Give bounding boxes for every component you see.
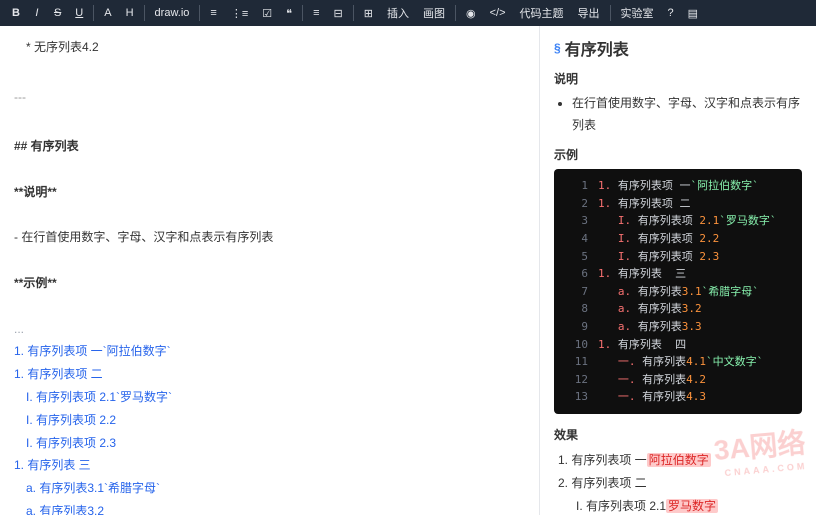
separator-icon — [610, 5, 611, 21]
editor-line — [14, 112, 525, 135]
editor-line: * 无序列表4.2 — [14, 36, 525, 59]
editor-list-item: a. 有序列表3.2 — [14, 500, 525, 515]
strike-button[interactable]: S — [48, 4, 67, 22]
editor-list-item: I. 有序列表项 2.1`罗马数字` — [14, 386, 525, 409]
preview-desc-list: 在行首使用数字、字母、汉字和点表示有序列表 — [554, 93, 802, 136]
code-theme-button[interactable]: 代码主题 — [514, 2, 570, 24]
result-list: 1. 有序列表项 一阿拉伯数字2. 有序列表项 二I. 有序列表项 2.1罗马数… — [554, 449, 802, 515]
result-item: 1. 有序列表项 一阿拉伯数字 — [558, 449, 802, 472]
code-line: 13 一. 有序列表4.3 — [564, 388, 792, 406]
export-button[interactable]: 导出 — [572, 2, 606, 24]
editor-list-item: 1. 有序列表 三 — [14, 454, 525, 477]
code-line: 21. 有序列表项 二 — [564, 195, 792, 213]
code-line: 5 I. 有序列表项 2.3 — [564, 248, 792, 266]
editor-hr: --- — [14, 86, 525, 109]
editor-list-item: 1. 有序列表项 一`阿拉伯数字` — [14, 340, 525, 363]
code-line: 61. 有序列表 三 — [564, 265, 792, 283]
code-line: 101. 有序列表 四 — [564, 336, 792, 354]
preview-example-head: 示例 — [554, 146, 802, 163]
help-icon[interactable]: ? — [662, 4, 680, 22]
editor-line — [14, 59, 525, 82]
code-block: 11. 有序列表项 一`阿拉伯数字`21. 有序列表项 二3 I. 有序列表项 … — [554, 169, 802, 414]
font-color-button[interactable]: A — [98, 4, 117, 22]
preview-icon[interactable]: ◉ — [460, 4, 482, 23]
code-line: 4 I. 有序列表项 2.2 — [564, 230, 792, 248]
editor-desc-line: - 在行首使用数字、字母、汉字和点表示有序列表 — [14, 226, 525, 249]
result-item: 2. 有序列表项 二 — [558, 472, 802, 495]
unordered-list-icon[interactable]: ⋮≡ — [225, 4, 254, 23]
preview-desc-item: 在行首使用数字、字母、汉字和点表示有序列表 — [572, 93, 802, 136]
lab-button[interactable]: 实验室 — [615, 2, 660, 24]
separator-icon — [93, 5, 94, 21]
editor-line — [14, 204, 525, 227]
preview-title: §有序列表 — [554, 36, 802, 60]
code-line: 8 a. 有序列表3.2 — [564, 300, 792, 318]
separator-icon — [144, 5, 145, 21]
indent-icon[interactable]: ⊟ — [328, 4, 349, 23]
toolbar: B I S U A H draw.io ≡ ⋮≡ ☑ ❝ ≡ ⊟ ⊞ 插入 画图… — [0, 0, 816, 26]
result-item: I. 有序列表项 2.1罗马数字 — [558, 495, 802, 515]
code-line: 3 I. 有序列表项 2.1`罗马数字` — [564, 212, 792, 230]
editor-list-item: a. 有序列表3.1`希腊字母` — [14, 477, 525, 500]
separator-icon — [302, 5, 303, 21]
insert-button[interactable]: 插入 — [381, 2, 415, 24]
editor-line — [14, 295, 525, 318]
underline-button[interactable]: U — [69, 4, 89, 22]
editor-pane[interactable]: * 无序列表4.2 --- ## 有序列表 **说明** - 在行首使用数字、字… — [0, 26, 540, 515]
preview-effect-head: 效果 — [554, 426, 802, 443]
heading-button[interactable]: H — [120, 4, 140, 22]
code-line: 12 一. 有序列表4.2 — [564, 371, 792, 389]
preview-pane[interactable]: §有序列表 说明 在行首使用数字、字母、汉字和点表示有序列表 示例 11. 有序… — [540, 26, 816, 515]
bold-button[interactable]: B — [6, 4, 26, 22]
separator-icon — [455, 5, 456, 21]
editor-line — [14, 158, 525, 181]
editor-backticks: ... — [14, 318, 525, 341]
book-icon[interactable]: ▤ — [682, 4, 704, 23]
editor-list-item: I. 有序列表项 2.3 — [14, 432, 525, 455]
editor-list-item: I. 有序列表项 2.2 — [14, 409, 525, 432]
table-icon[interactable]: ⊞ — [358, 4, 379, 23]
editor-list-item: 1. 有序列表项 二 — [14, 363, 525, 386]
code-line: 7 a. 有序列表3.1`希腊字母` — [564, 283, 792, 301]
checklist-icon[interactable]: ☑ — [256, 4, 278, 23]
anchor-icon: § — [554, 41, 561, 55]
italic-button[interactable]: I — [28, 4, 46, 22]
ordered-list-icon[interactable]: ≡ — [204, 4, 222, 22]
image-button[interactable]: 画图 — [417, 2, 451, 24]
code-line: 11. 有序列表项 一`阿拉伯数字` — [564, 177, 792, 195]
separator-icon — [199, 5, 200, 21]
main-split: * 无序列表4.2 --- ## 有序列表 **说明** - 在行首使用数字、字… — [0, 26, 816, 515]
preview-desc-head: 说明 — [554, 70, 802, 87]
editor-line — [14, 249, 525, 272]
align-icon[interactable]: ≡ — [307, 4, 325, 22]
code-icon[interactable]: </> — [484, 4, 512, 22]
editor-desc-head: **说明** — [14, 181, 525, 204]
separator-icon — [353, 5, 354, 21]
drawio-button[interactable]: draw.io — [149, 4, 196, 22]
code-line: 11 一. 有序列表4.1`中文数字` — [564, 353, 792, 371]
editor-heading: ## 有序列表 — [14, 135, 525, 158]
quote-icon[interactable]: ❝ — [280, 4, 298, 23]
editor-example-head: **示例** — [14, 272, 525, 295]
code-line: 9 a. 有序列表3.3 — [564, 318, 792, 336]
